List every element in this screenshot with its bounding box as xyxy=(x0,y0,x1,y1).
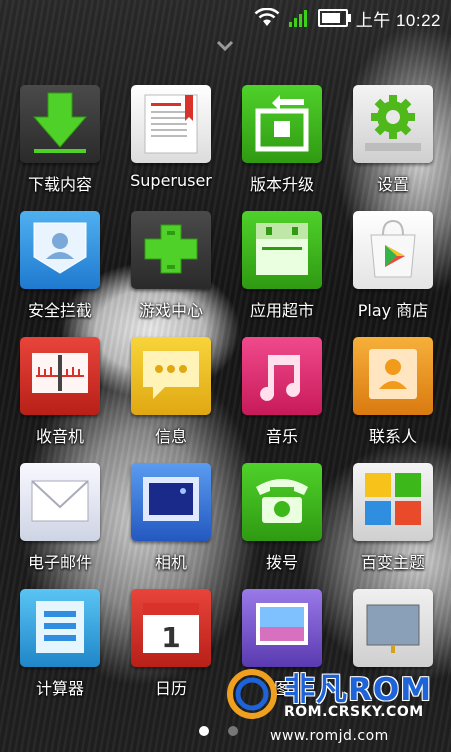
settings-icon xyxy=(353,85,433,163)
superuser-icon xyxy=(131,85,211,163)
dialer-icon xyxy=(242,463,322,541)
app-label: 拨号 xyxy=(265,553,298,572)
app-dialer[interactable]: 拨号 xyxy=(227,460,337,582)
app-update[interactable]: 版本升级 xyxy=(227,82,337,204)
app-label: 计算器 xyxy=(35,679,84,698)
camera-icon xyxy=(131,463,211,541)
app-label: 应用超市 xyxy=(249,301,314,320)
download-icon xyxy=(20,85,100,163)
status-bar[interactable]: 上午 10:22 xyxy=(0,0,451,36)
app-messages[interactable]: 信息 xyxy=(116,334,226,456)
app-superuser[interactable]: Superuser xyxy=(116,82,226,204)
game-center-icon xyxy=(131,211,211,289)
page-indicator-dot-active[interactable] xyxy=(199,726,209,736)
app-market[interactable]: 应用超市 xyxy=(227,208,337,330)
play-store-icon xyxy=(353,211,433,289)
contacts-icon xyxy=(353,337,433,415)
chevron-down-icon[interactable] xyxy=(213,38,237,54)
app-label: 游戏中心 xyxy=(138,301,203,320)
app-label: Play 商店 xyxy=(357,301,429,320)
radio-icon xyxy=(20,337,100,415)
app-market-icon xyxy=(242,211,322,289)
app-label: 电子邮件 xyxy=(27,553,92,572)
signal-icon xyxy=(288,10,307,27)
app-label: 日历 xyxy=(154,679,187,698)
update-icon xyxy=(242,85,322,163)
watermark-url: www.romjd.com xyxy=(270,728,389,744)
calculator-icon xyxy=(20,589,100,667)
app-label: 下载内容 xyxy=(27,175,92,194)
battery-icon xyxy=(317,9,351,27)
app-label: 音乐 xyxy=(265,427,298,446)
security-icon xyxy=(20,211,100,289)
app-music[interactable]: 音乐 xyxy=(227,334,337,456)
app-label: 相机 xyxy=(154,553,187,572)
app-label: 信息 xyxy=(154,427,187,446)
app-email[interactable]: 电子邮件 xyxy=(5,460,115,582)
app-settings[interactable]: 设置 xyxy=(338,82,448,204)
app-label: 安全拦截 xyxy=(27,301,92,320)
calendar-day: 1 xyxy=(161,621,180,654)
app-themes[interactable]: 百变主题 xyxy=(338,460,448,582)
app-label: Superuser xyxy=(130,171,212,190)
clock: 上午 10:22 xyxy=(355,10,441,30)
watermark: 非凡ROM ROM.CRSKY.COM www.romjd.com xyxy=(222,660,451,752)
app-label: 联系人 xyxy=(368,427,417,446)
app-security[interactable]: 安全拦截 xyxy=(5,208,115,330)
app-label: 百变主题 xyxy=(360,553,425,572)
calendar-icon: 1 xyxy=(131,589,211,667)
gallery-icon xyxy=(242,589,322,667)
app-radio[interactable]: 收音机 xyxy=(5,334,115,456)
wifi-icon xyxy=(254,8,280,26)
email-icon xyxy=(20,463,100,541)
app-label: 版本升级 xyxy=(249,175,314,194)
themes-icon xyxy=(353,463,433,541)
app-calculator[interactable]: 计算器 xyxy=(5,586,115,708)
app-download[interactable]: 下载内容 xyxy=(5,82,115,204)
messages-icon xyxy=(131,337,211,415)
app-label: 收音机 xyxy=(35,427,84,446)
screen-icon xyxy=(353,589,433,667)
app-contacts[interactable]: 联系人 xyxy=(338,334,448,456)
watermark-sub: ROM.CRSKY.COM xyxy=(284,704,424,720)
watermark-brand: 非凡ROM xyxy=(284,672,433,708)
app-play-store[interactable]: Play 商店 xyxy=(338,208,448,330)
app-camera[interactable]: 相机 xyxy=(116,460,226,582)
music-icon xyxy=(242,337,322,415)
app-game-center[interactable]: 游戏中心 xyxy=(116,208,226,330)
app-calendar[interactable]: 1 日历 xyxy=(116,586,226,708)
app-label: 设置 xyxy=(376,175,409,194)
